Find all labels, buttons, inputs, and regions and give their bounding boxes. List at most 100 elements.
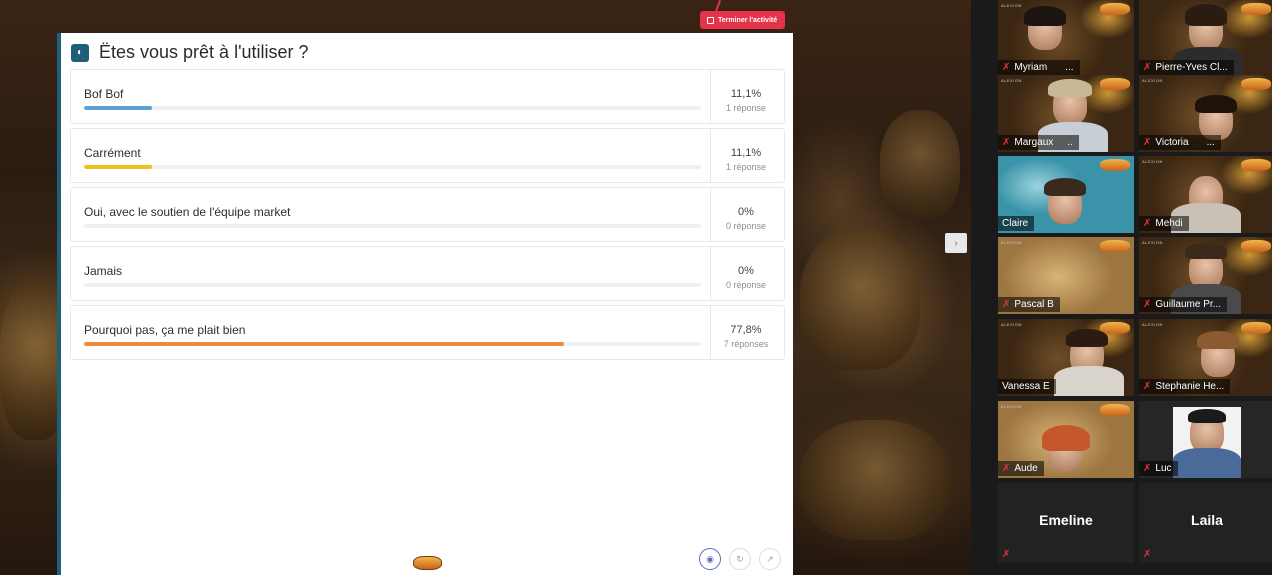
mic-muted-icon: ✗ [1143, 381, 1152, 392]
chevron-right-icon[interactable]: › [945, 233, 967, 253]
option-label: Oui, avec le soutien de l'équipe market [84, 205, 291, 219]
participant-hair [1197, 331, 1239, 349]
participant-name: Pierre-Yves Cl... [1155, 62, 1228, 73]
option-progress-fill [84, 165, 153, 169]
participant-name: Laila [1191, 512, 1223, 528]
option-responses: 0 réponse [725, 280, 767, 290]
participant-tile[interactable]: ALEXION ✗ Margaux .. [998, 75, 1134, 152]
mic-muted-icon: ✗ [1002, 137, 1011, 148]
participant-tile[interactable]: ✗ Pierre-Yves Cl... [1139, 0, 1272, 77]
option-percent: 77,8% [730, 324, 762, 336]
end-activity-button[interactable]: Terminer l'activité [700, 11, 786, 29]
mic-muted-icon: ✗ [1002, 549, 1011, 560]
participant-name: Emeline [1039, 512, 1093, 528]
option-percent: 11,1% [730, 88, 762, 100]
participant-name-bar: Vanessa E [998, 379, 1056, 394]
mic-muted-icon: ✗ [1143, 62, 1152, 73]
end-activity-label: Terminer l'activité [718, 16, 778, 24]
participant-name: Myriam [1014, 62, 1048, 73]
brand-logo [1241, 322, 1271, 334]
participant-name: Mehdi [1155, 218, 1183, 229]
participant-tile[interactable]: Emeline ✗ [998, 483, 1134, 563]
poll-option: Bof Bof 11,1% 1 réponse [70, 69, 785, 124]
participant-tile[interactable]: ✗ Luc [1139, 401, 1272, 478]
participant-name-bar: ✗ Aude [998, 461, 1044, 476]
statue-decoration [880, 110, 960, 220]
participant-name-bar: Claire [998, 216, 1035, 231]
participant-name: Claire [1002, 218, 1029, 229]
participant-name-bar: ✗ Margaux .. [998, 135, 1079, 150]
participant-tile[interactable]: ALEXION ✗ Mehdi [1139, 156, 1272, 233]
option-progress-track [84, 224, 701, 228]
participant-tile[interactable]: Claire [998, 156, 1134, 233]
brand-logo [1241, 3, 1271, 15]
participant-name: Margaux [1014, 137, 1054, 148]
participant-name: Guillaume Pr... [1155, 299, 1221, 310]
option-progress-fill [84, 106, 153, 110]
participant-body [1054, 366, 1124, 396]
participant-name-bar: ✗ Luc [1139, 461, 1178, 476]
participant-hair [1024, 6, 1066, 26]
brand-logo [1100, 240, 1130, 252]
mic-muted-icon: ✗ [1002, 299, 1011, 310]
poll-option: Carrément 11,1% 1 réponse [70, 128, 785, 183]
poll-options: Bof Bof 11,1% 1 réponse Carrément 11,1% … [70, 69, 785, 364]
participant-body [1173, 448, 1241, 478]
option-label: Jamais [84, 264, 123, 278]
poll-icon: ◐ [71, 43, 89, 62]
mic-muted-icon: ✗ [1002, 463, 1011, 474]
option-progress-track [84, 165, 701, 169]
participant-name: Aude [1014, 463, 1038, 474]
brand-logo [1100, 404, 1130, 416]
participant-name-bar: ✗ Myriam ... [998, 60, 1080, 75]
participant-name-bar: ✗ Victoria ... [1139, 135, 1221, 150]
participant-tile[interactable]: Laila ✗ [1139, 483, 1272, 563]
participant-name: Vanessa E [1002, 381, 1050, 392]
participant-tile[interactable]: ALEXION ✗ Pascal B [998, 237, 1134, 314]
brand-tag: ALEXION [1001, 3, 1022, 8]
participant-name-suffix: ... [1065, 62, 1074, 73]
poll-footer-controls: ◉ ↻ ↗ [699, 548, 781, 570]
brand-tag: ALEXION [1142, 78, 1163, 83]
poll-option: Oui, avec le soutien de l'équipe market … [70, 187, 785, 242]
participant-hair [1048, 79, 1092, 97]
poll-title: Ëtes vous prêt à l'utiliser ? [99, 42, 309, 62]
mic-muted-icon: ✗ [1143, 137, 1152, 148]
mic-muted-icon: ✗ [1002, 62, 1011, 73]
mic-muted-icon: ✗ [1143, 463, 1152, 474]
participant-name-bar: ✗ Mehdi [1139, 216, 1189, 231]
participant-hair [1185, 243, 1227, 259]
option-progress-track [84, 342, 701, 346]
eye-icon[interactable]: ◉ [699, 548, 721, 570]
brand-logo [1241, 78, 1271, 90]
brand-logo [1241, 159, 1271, 171]
statue-decoration [800, 420, 950, 540]
option-label: Pourquoi pas, ça me plait bien [84, 323, 246, 337]
mic-muted-icon: ✗ [1143, 549, 1152, 560]
mic-muted-icon: ✗ [1143, 218, 1152, 229]
participant-name: Pascal B [1014, 299, 1054, 310]
participant-tile[interactable]: ALEXION ✗ Stephanie He... [1139, 319, 1272, 396]
refresh-icon[interactable]: ↻ [729, 548, 751, 570]
participant-tile[interactable]: ALEXION ✗ Myriam ... [998, 0, 1134, 77]
brand-tag: ALEXION [1001, 78, 1022, 83]
option-progress-track [84, 283, 701, 287]
brand-tag: ALEXION [1142, 240, 1163, 245]
participant-tile[interactable]: ALEXION ✗ Victoria ... [1139, 75, 1272, 152]
option-label: Bof Bof [84, 87, 124, 101]
statue-decoration [800, 230, 920, 370]
poll-option: Pourquoi pas, ça me plait bien 77,8% 7 r… [70, 305, 785, 360]
participant-hair [1066, 329, 1108, 347]
option-progress-track [84, 106, 701, 110]
poll-header: ◐ Ëtes vous prêt à l'utiliser ? [71, 42, 309, 63]
participant-hair [1044, 178, 1086, 196]
stop-icon [707, 16, 714, 24]
participant-hair [1042, 425, 1090, 451]
participant-tile[interactable]: ALEXION ✗ Guillaume Pr... [1139, 237, 1272, 314]
participant-tile[interactable]: ALEXION Vanessa E [998, 319, 1134, 396]
option-responses: 1 réponse [725, 162, 767, 172]
brand-logo [1100, 159, 1130, 171]
share-icon[interactable]: ↗ [759, 548, 781, 570]
participant-tile[interactable]: ALEXION ✗ Aude [998, 401, 1134, 478]
participant-name-suffix: ... [1206, 137, 1215, 148]
